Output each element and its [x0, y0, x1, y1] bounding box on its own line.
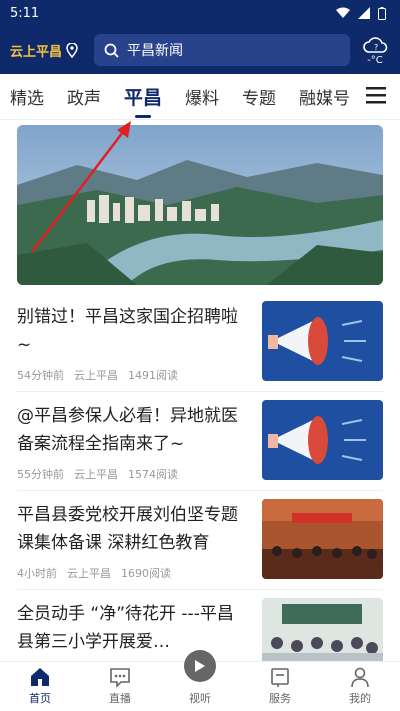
nav-label: 直播 [109, 692, 131, 705]
news-item[interactable]: @平昌参保人必看！异地就医备案流程全指南来了~ 55分钟前 云上平昌 1574阅… [17, 392, 383, 491]
play-icon [195, 660, 205, 672]
app-root: 5:11 云上平昌 平昌新闻 ? -°C 精选 政声 平昌 爆料 专题 融媒号 [0, 0, 400, 711]
brand-text: 云上平昌 [10, 44, 63, 60]
news-time: 55分钟前 [17, 468, 64, 481]
news-title: 全员动手 “净”待花开 ---平昌县第三小学开展爱… [17, 604, 234, 652]
weather-temp: -°C [367, 54, 383, 66]
news-thumbnail [262, 499, 383, 579]
search-icon [104, 43, 119, 58]
battery-icon [378, 6, 386, 20]
city-landscape-image [17, 125, 383, 285]
news-title: 平昌县委党校开展刘伯坚专题课集体备课 深耕红色教育 [17, 505, 238, 553]
channel-tabs: 精选 政声 平昌 爆料 专题 融媒号 [0, 74, 400, 120]
nav-home[interactable]: 首页 [0, 662, 80, 711]
news-source: 云上平昌 [74, 369, 118, 382]
news-thumbnail [262, 301, 383, 381]
banner-image[interactable] [17, 125, 383, 285]
meeting-room-image [262, 499, 383, 579]
location-pin-icon [66, 42, 78, 58]
search-bar[interactable]: 平昌新闻 [94, 34, 350, 66]
megaphone-image [262, 301, 383, 381]
news-source: 云上平昌 [74, 468, 118, 481]
news-reads: 1690阅读 [121, 567, 171, 580]
brand-logo[interactable]: 云上平昌 [10, 41, 94, 60]
news-meta: 4小时前 云上平昌 1690阅读 [17, 565, 171, 581]
status-time: 5:11 [10, 5, 40, 21]
news-title: 别错过！平昌这家国企招聘啦~ [17, 307, 238, 355]
weather-widget[interactable]: ? -°C [360, 35, 390, 66]
nav-label: 我的 [349, 692, 371, 705]
tab-label: 专题 [242, 89, 277, 109]
nav-profile[interactable]: 我的 [320, 662, 400, 711]
news-list: 别错过！平昌这家国企招聘啦~ 54分钟前 云上平昌 1491阅读 @平昌参保人必… [0, 293, 400, 689]
tab-pingchang[interactable]: 平昌 [124, 83, 163, 118]
app-header: 云上平昌 平昌新闻 ? -°C [0, 26, 400, 74]
tab-zhuanti[interactable]: 专题 [242, 84, 276, 109]
wifi-icon [336, 7, 350, 18]
active-tab-indicator [135, 115, 151, 118]
live-chat-icon [110, 668, 130, 688]
news-item[interactable]: 别错过！平昌这家国企招聘啦~ 54分钟前 云上平昌 1491阅读 [17, 293, 383, 392]
news-reads: 1491阅读 [128, 369, 178, 382]
news-meta: 54分钟前 云上平昌 1491阅读 [17, 367, 178, 383]
nav-label: 视听 [189, 692, 211, 705]
news-time: 4小时前 [17, 567, 57, 580]
nav-service[interactable]: 服务 [240, 662, 320, 711]
tab-baoliao[interactable]: 爆料 [185, 84, 219, 109]
news-item[interactable]: 平昌县委党校开展刘伯坚专题课集体备课 深耕红色教育 4小时前 云上平昌 1690… [17, 491, 383, 590]
megaphone-image [262, 400, 383, 480]
tab-label: 平昌 [124, 87, 163, 109]
bottom-nav: 首页 直播 视听 服务 我的 [0, 650, 400, 711]
news-meta: 55分钟前 云上平昌 1574阅读 [17, 466, 178, 482]
tab-rongmeihao[interactable]: 融媒号 [299, 84, 350, 109]
nav-label: 服务 [269, 692, 291, 705]
status-bar: 5:11 [0, 0, 400, 26]
home-icon [31, 668, 49, 686]
news-time: 54分钟前 [17, 369, 64, 382]
service-icon [271, 668, 289, 687]
tab-label: 融媒号 [299, 89, 351, 109]
nav-label: 首页 [29, 692, 51, 705]
news-reads: 1574阅读 [128, 468, 178, 481]
signal-icon [358, 7, 370, 19]
tab-label: 政声 [67, 89, 101, 109]
tab-label: 精选 [10, 89, 44, 109]
search-placeholder: 平昌新闻 [127, 43, 183, 59]
tab-zhengsheng[interactable]: 政声 [67, 84, 101, 109]
nav-live[interactable]: 直播 [80, 662, 160, 711]
news-title: @平昌参保人必看！异地就医备案流程全指南来了~ [17, 406, 238, 454]
tab-jingxuan[interactable]: 精选 [10, 84, 44, 109]
user-icon [351, 667, 369, 688]
menu-icon[interactable] [366, 86, 386, 104]
news-thumbnail [262, 400, 383, 480]
news-source: 云上平昌 [67, 567, 111, 580]
video-play-button[interactable] [184, 650, 216, 682]
svg-text:?: ? [374, 43, 378, 52]
cloud-icon: ? [363, 36, 388, 53]
tab-label: 爆料 [185, 89, 220, 109]
status-icons [336, 6, 386, 20]
